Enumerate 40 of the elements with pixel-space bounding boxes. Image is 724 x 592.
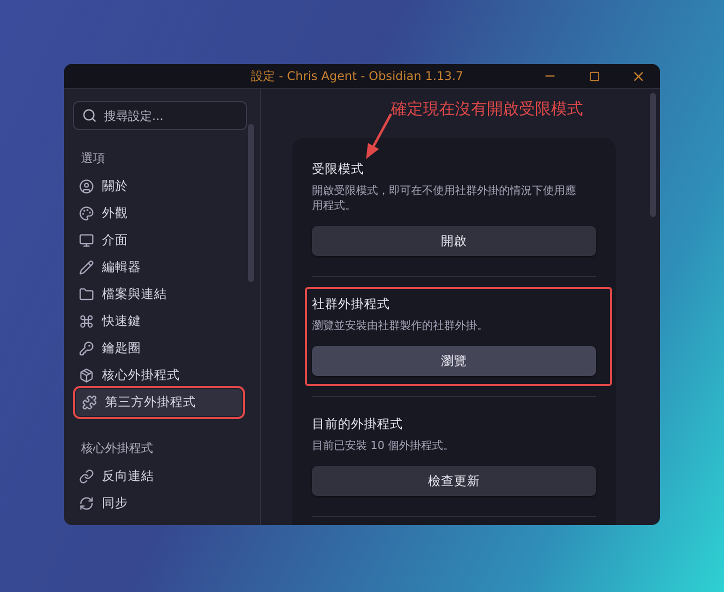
section-button[interactable]: 開啟 [312,226,596,256]
link-icon [79,469,94,484]
folder-icon [79,287,94,302]
window-title: 設定 - Chris Agent - Obsidian 1.13.7 [251,68,464,84]
sidebar-item[interactable]: 關於 [73,173,242,200]
sidebar-item[interactable]: 反向連結 [73,463,242,490]
palette-icon [79,206,94,221]
command-icon [79,314,94,329]
box-icon [79,368,94,383]
section-description: 目前已安裝 10 個外掛程式。 [312,438,455,453]
maximize-icon [588,70,600,82]
sidebar-item[interactable]: 同步 [73,490,242,517]
pencil-icon [79,260,94,275]
sidebar-item[interactable]: 鑰匙圈 [73,335,242,362]
search-field[interactable]: 搜尋設定... [73,101,247,130]
puzzle-icon [82,395,97,410]
section-button[interactable]: 瀏覽 [312,346,596,376]
sidebar-item[interactable]: 外觀 [73,200,242,227]
sidebar-item[interactable]: 檔案與連結 [73,281,242,308]
sidebar-item[interactable]: 編輯器 [73,254,242,281]
user-circle-icon [79,179,94,194]
section-title: 社群外掛程式 [312,296,391,313]
sidebar-heading: 核心外掛程式 [81,440,154,457]
monitor-icon [79,233,94,248]
annotation-text: 確定現在沒有開啟受限模式 [391,99,583,120]
section-title: 受限模式 [312,161,365,178]
section-button[interactable]: 檢查更新 [312,466,596,496]
key-icon [79,341,94,356]
sidebar-item[interactable]: 介面 [73,227,242,254]
sidebar-item[interactable]: 快速鍵 [73,308,242,335]
section-title: 目前的外掛程式 [312,416,404,433]
scrollbar[interactable] [248,124,254,282]
sync-icon [79,496,94,511]
scrollbar[interactable] [650,93,656,217]
section-description: 開啟受限模式，即可在不使用社群外掛的情況下使用應用程式。 [312,183,576,213]
section-description: 瀏覽並安裝由社群製作的社群外掛。 [312,318,489,333]
search-icon [82,108,97,123]
sidebar-heading: 選項 [81,150,106,167]
sidebar-item[interactable]: 核心外掛程式 [73,362,242,389]
sidebar-item[interactable]: 第三方外掛程式 [76,389,242,416]
